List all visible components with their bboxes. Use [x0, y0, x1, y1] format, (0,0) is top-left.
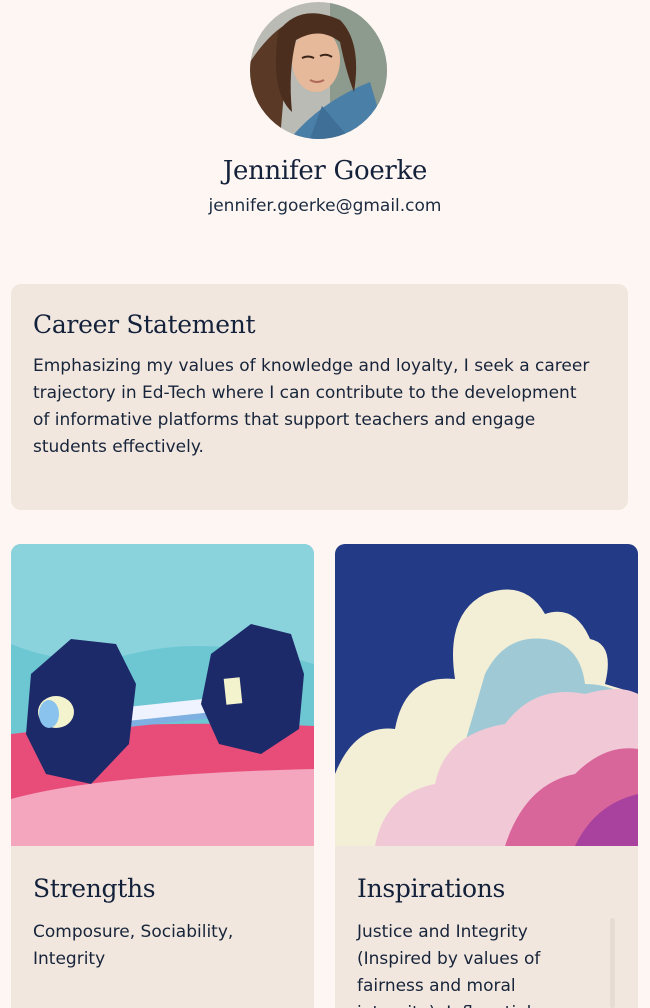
inspirations-title: Inspirations	[357, 874, 506, 903]
card-scrollbar[interactable]	[610, 918, 615, 1008]
strengths-title: Strengths	[33, 874, 156, 903]
clouds-illustration	[335, 544, 638, 846]
inspirations-text: Justice and Integrity (Inspired by value…	[357, 922, 541, 1008]
profile-email: jennifer.goerke@gmail.com	[208, 196, 442, 216]
strengths-text: Composure, Sociability, Integrity	[33, 922, 234, 969]
strengths-card[interactable]: Strengths Composure, Sociability, Integr…	[11, 544, 314, 1008]
dumbbell-illustration	[11, 544, 314, 846]
inspirations-card[interactable]: Inspirations Justice and Integrity (Insp…	[335, 544, 638, 1008]
avatar-photo	[250, 2, 387, 139]
avatar	[250, 2, 387, 139]
profile-header: Jennifer Goerke jennifer.goerke@gmail.co…	[0, 0, 650, 240]
career-statement-card: Career Statement Emphasizing my values o…	[11, 284, 628, 510]
profile-name: Jennifer Goerke	[222, 156, 428, 186]
career-statement-text: Emphasizing my values of knowledge and l…	[33, 356, 590, 457]
career-statement-title: Career Statement	[33, 310, 256, 339]
